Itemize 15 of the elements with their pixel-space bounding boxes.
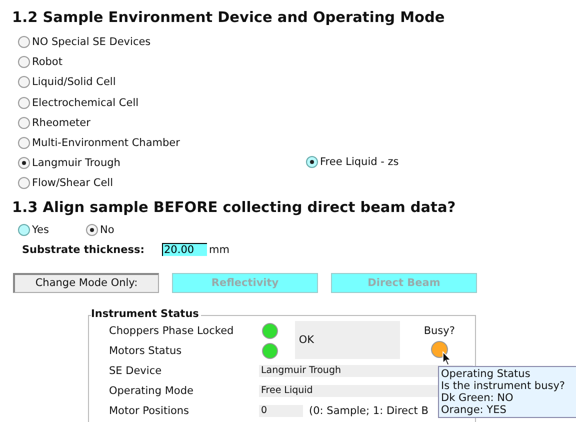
status-message: OK [294, 320, 400, 358]
status-label: Motor Positions [109, 404, 190, 416]
section-heading: 1.2 Sample Environment Device and Operating Mode [11, 9, 446, 28]
hint-text: (0: Sample; 1: Direct B [309, 404, 428, 416]
status-label: Operating Mode [109, 384, 194, 396]
value-field: 0 [259, 404, 303, 416]
status-label: SE Device [109, 364, 163, 376]
busy-label: Busy? [424, 324, 455, 336]
status-label: Choppers Phase Locked [109, 324, 235, 336]
tooltip: Operating Status Is the instrument busy? Dk Green: NO Orange: YES [438, 366, 576, 418]
field-label: Substrate thickness: [22, 244, 146, 256]
section-heading: 1.3 Align sample BEFORE collecting direct beam data? [11, 198, 457, 218]
unit-label: mm [209, 244, 230, 256]
panel-title: Instrument Status [91, 308, 201, 320]
status-label: Motors Status [109, 344, 183, 356]
